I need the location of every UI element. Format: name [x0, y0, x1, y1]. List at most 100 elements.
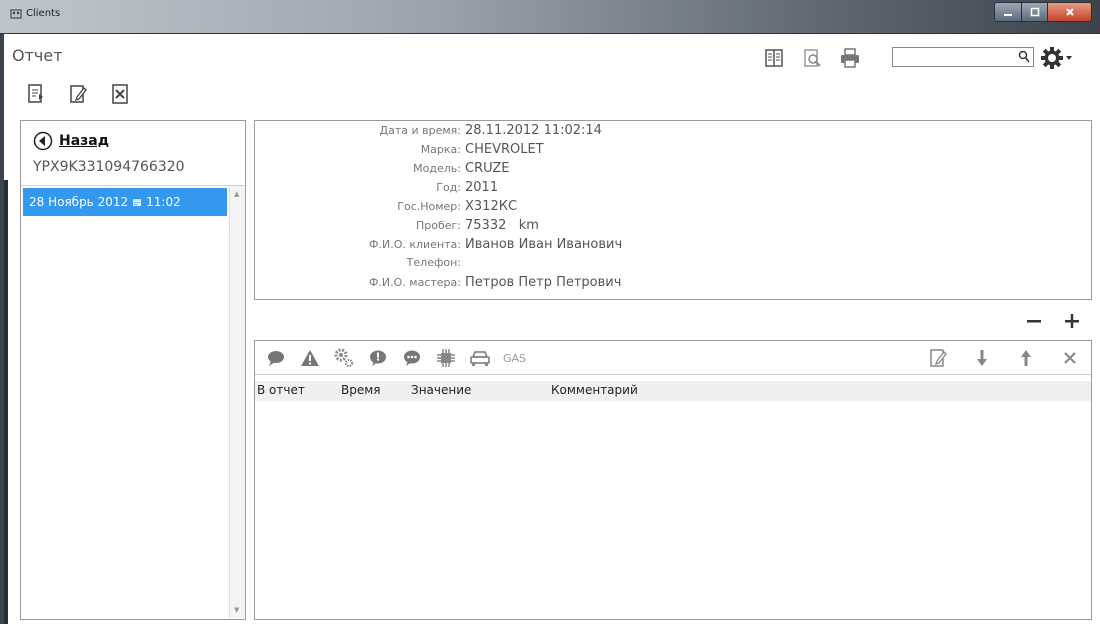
comment-icon	[268, 351, 284, 366]
info-label: Ф.И.О. клиента:	[369, 238, 461, 251]
back-button[interactable]: Назад	[33, 131, 109, 151]
plus-icon	[1065, 314, 1079, 328]
info-label: Гос.Номер:	[397, 200, 461, 213]
info-row-master: Ф.И.О. мастера: Петров Петр Петрович	[255, 275, 1093, 295]
window-titlebar[interactable]: Clients	[0, 0, 1100, 34]
gear-icon	[1041, 47, 1063, 69]
comment-filter-button[interactable]	[265, 347, 287, 369]
warning-filter-button[interactable]	[299, 347, 321, 369]
close-window-button[interactable]	[1048, 2, 1092, 22]
back-label: Назад	[59, 133, 110, 149]
window-title: Clients	[26, 8, 61, 19]
edit-event-button[interactable]	[927, 347, 949, 369]
scroll-down-icon[interactable]: ▼	[234, 606, 239, 614]
minimize-icon	[1004, 14, 1012, 16]
add-document-icon	[28, 84, 43, 103]
book-icon	[765, 49, 783, 67]
collapse-button[interactable]	[1026, 310, 1042, 335]
delete-document-icon	[112, 84, 128, 104]
events-table-header: В отчет Время Значение Комментарий	[255, 381, 1091, 401]
events-panel: GAS В отчет Время Значение Комментарий	[254, 340, 1092, 620]
maximize-button[interactable]	[1022, 2, 1048, 22]
events-toolbar: GAS	[255, 341, 1091, 375]
list-item-time: 11:02	[146, 195, 181, 209]
window-frame-shadow	[4, 180, 8, 624]
info-value: Иванов Иван Иванович	[465, 237, 623, 252]
close-icon	[1064, 352, 1076, 364]
edit-document-icon	[70, 85, 87, 103]
maximize-icon	[1030, 7, 1039, 17]
add-report-button[interactable]	[24, 82, 48, 106]
car-filter-button[interactable]	[469, 347, 491, 369]
minimize-button[interactable]	[994, 2, 1022, 22]
info-row-make: Марка: CHEVROLET	[255, 142, 1093, 162]
list-item[interactable]: 28 Ноябрь 2012 11:02	[23, 188, 227, 216]
column-header[interactable]: В отчет	[257, 383, 305, 397]
column-header[interactable]: Комментарий	[551, 383, 638, 397]
message-filter-button[interactable]	[401, 347, 423, 369]
report-date-list: 28 Ноябрь 2012 11:02 ▲ ▼	[21, 185, 245, 619]
vehicle-vin: YPX9K331094766320	[33, 159, 185, 175]
info-row-model: Модель: CRUZE	[255, 161, 1093, 181]
info-row-plate: Гос.Номер: Х312КС	[255, 199, 1093, 219]
chevron-down-icon	[1066, 56, 1072, 60]
list-scrollbar[interactable]: ▲ ▼	[229, 186, 245, 618]
settings-filter-button[interactable]	[333, 347, 355, 369]
list-item-date: 28 Ноябрь 2012	[29, 195, 129, 209]
page-title: Отчет	[12, 46, 63, 65]
info-value: Петров Петр Петрович	[465, 275, 622, 290]
gears-icon	[334, 348, 353, 367]
delete-event-button[interactable]	[1059, 347, 1081, 369]
info-value: 2011	[465, 180, 499, 195]
info-row-phone: Телефон:	[255, 256, 1093, 276]
app-icon	[10, 8, 22, 20]
move-up-button[interactable]	[1015, 347, 1037, 369]
info-label: Ф.И.О. мастера:	[368, 276, 461, 289]
info-label: Пробег:	[415, 219, 461, 232]
info-label: Телефон:	[406, 256, 461, 269]
top-toolbar	[762, 46, 862, 70]
print-button[interactable]	[838, 46, 862, 70]
delete-report-button[interactable]	[108, 82, 132, 106]
back-arrow-icon	[33, 131, 53, 151]
info-label: Марка:	[420, 143, 461, 156]
column-header[interactable]: Время	[341, 383, 381, 397]
arrow-up-icon	[1021, 350, 1031, 366]
edit-document-icon	[930, 349, 947, 367]
chip-icon	[437, 349, 455, 367]
search-icon[interactable]	[1018, 50, 1030, 68]
alert-filter-button[interactable]	[367, 347, 389, 369]
expand-button[interactable]	[1064, 310, 1080, 335]
scroll-up-icon[interactable]: ▲	[234, 190, 239, 198]
print-preview-icon	[804, 49, 821, 67]
info-label: Год:	[436, 181, 461, 194]
minus-icon	[1027, 320, 1041, 323]
info-value: 28.11.2012 11:02:14	[465, 123, 602, 138]
info-value: Х312КС	[465, 199, 518, 214]
info-label: Модель:	[413, 162, 461, 175]
warning-icon	[301, 350, 319, 366]
info-value: CHEVROLET	[465, 142, 544, 157]
gas-filter-button[interactable]: GAS	[503, 352, 526, 365]
message-bubble-icon	[404, 350, 420, 366]
settings-menu-button[interactable]	[1040, 46, 1074, 70]
move-down-button[interactable]	[971, 347, 993, 369]
info-row-datetime: Дата и время: 28.11.2012 11:02:14	[255, 123, 1093, 143]
search-input[interactable]	[893, 48, 1013, 66]
collapse-expand-tools	[1026, 310, 1080, 335]
info-row-mileage: Пробег: 75332 km	[255, 218, 1093, 238]
chip-filter-button[interactable]	[435, 347, 457, 369]
info-value: 75332 km	[465, 218, 539, 233]
info-label: Дата и время:	[379, 124, 461, 137]
column-header[interactable]: Значение	[411, 383, 471, 397]
report-view-button[interactable]	[762, 46, 786, 70]
calendar-icon	[133, 199, 142, 206]
search-box	[892, 47, 1034, 67]
close-icon	[1065, 8, 1074, 16]
arrow-down-icon	[977, 350, 987, 366]
print-preview-button[interactable]	[800, 46, 824, 70]
vehicle-info-panel: Дата и время: 28.11.2012 11:02:14 Марка:…	[254, 120, 1092, 300]
reports-list-panel: Назад YPX9K331094766320 28 Ноябрь 2012 1…	[20, 120, 246, 620]
info-row-client: Ф.И.О. клиента: Иванов Иван Иванович	[255, 237, 1093, 257]
edit-report-button[interactable]	[66, 82, 90, 106]
